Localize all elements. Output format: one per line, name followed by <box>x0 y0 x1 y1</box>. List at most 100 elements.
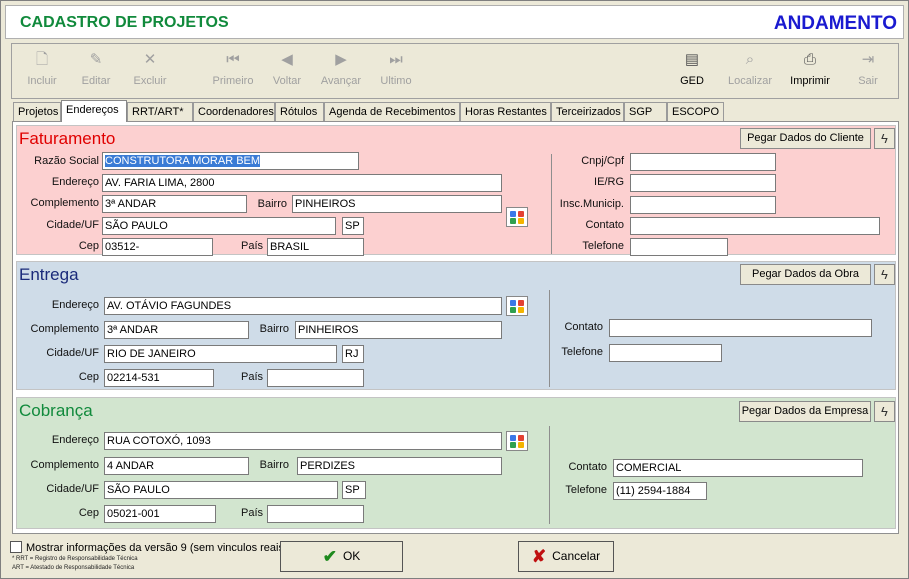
cidade-field[interactable]: SÃO PAULO <box>104 481 338 499</box>
edit-document-icon: ✎ <box>89 51 103 68</box>
google-maps-icon[interactable] <box>506 431 528 451</box>
pais-label: País <box>240 240 263 252</box>
google-maps-icon[interactable] <box>506 207 528 227</box>
imprimir-button[interactable]: ⎙ Imprimir <box>782 50 838 96</box>
previous-record-icon: ◀ <box>281 51 293 68</box>
razao-social-label: Razão Social <box>34 155 99 167</box>
art-note: ART = Atestado de Responsabilidade Técni… <box>12 565 135 571</box>
tab-rrt-art[interactable]: RRT/ART* <box>127 102 193 122</box>
endereco-field[interactable]: AV. OTÁVIO FAGUNDES <box>104 297 502 315</box>
toolbar: 🗋 Incluir ✎ Editar ✕ Excluir ⏮ Primeiro ◀ Vol… <box>11 43 899 99</box>
complemento-field[interactable]: 3ª ANDAR <box>102 195 247 213</box>
pegar-dados-empresa-button[interactable]: Pegar Dados da Empresa <box>739 401 871 422</box>
uf-field[interactable]: SP <box>342 481 366 499</box>
cidade-field[interactable]: SÃO PAULO <box>102 217 336 235</box>
window: CADASTRO DE PROJETOS ANDAMENTO 🗋 Incluir … <box>0 0 909 579</box>
cep-field[interactable]: 03512- <box>102 238 213 256</box>
pais-field[interactable] <box>267 369 364 387</box>
contato-label: Contato <box>564 321 603 333</box>
complemento-label: Complemento <box>30 197 99 209</box>
complemento-label: Complemento <box>30 323 99 335</box>
lightning-icon[interactable]: ϟ <box>874 264 895 285</box>
complemento-label: Complemento <box>30 459 99 471</box>
sair-button[interactable]: ⇥ Sair <box>840 50 896 96</box>
cidade-field[interactable]: RIO DE JANEIRO <box>104 345 337 363</box>
pais-label: País <box>240 371 263 383</box>
pais-field[interactable] <box>267 505 364 523</box>
title-bar: CADASTRO DE PROJETOS ANDAMENTO <box>5 5 904 39</box>
contato-field[interactable] <box>630 217 880 235</box>
bairro-field[interactable]: PERDIZES <box>297 457 502 475</box>
tab-coordenadores[interactable]: Coordenadores <box>193 102 275 122</box>
ie-field[interactable] <box>630 174 776 192</box>
bairro-label: Bairro <box>259 459 289 471</box>
entrega-panel: Entrega Pegar Dados da Obra ϟ Endereço A… <box>16 261 896 390</box>
last-record-icon: ⏭ <box>389 51 403 68</box>
divider <box>549 290 550 387</box>
pegar-dados-cliente-button[interactable]: Pegar Dados do Cliente <box>740 128 871 149</box>
bairro-field[interactable]: PINHEIROS <box>295 321 502 339</box>
cancel-button[interactable]: ✘ Cancelar <box>518 541 614 572</box>
lightning-icon[interactable]: ϟ <box>874 128 895 149</box>
cep-label: Cep <box>78 507 99 519</box>
tab-sgp[interactable]: SGP <box>624 102 667 122</box>
tab-enderecos[interactable]: Endereços <box>61 100 127 122</box>
entrega-title: Entrega <box>19 265 79 284</box>
cnpj-field[interactable] <box>630 153 776 171</box>
endereco-field[interactable]: AV. FARIA LIMA, 2800 <box>102 174 502 192</box>
page-title: CADASTRO DE PROJETOS <box>20 14 229 31</box>
cep-field[interactable]: 05021-001 <box>104 505 216 523</box>
bairro-field[interactable]: PINHEIROS <box>292 195 502 213</box>
editar-button[interactable]: ✎ Editar <box>68 50 124 96</box>
contato-field[interactable] <box>609 319 872 337</box>
printer-icon: ⎙ <box>803 51 816 68</box>
telefone-label: Telefone <box>582 240 624 252</box>
ged-button[interactable]: ▤ GED <box>664 50 720 96</box>
cep-field[interactable]: 02214-531 <box>104 369 214 387</box>
endereco-field[interactable]: RUA COTOXÓ, 1093 <box>104 432 502 450</box>
lightning-icon[interactable]: ϟ <box>874 401 895 422</box>
version9-checkbox[interactable]: Mostrar informações da versão 9 (sem vin… <box>10 541 288 554</box>
telefone-field[interactable]: (11) 2594-1884 <box>613 482 707 500</box>
insc-municip-field[interactable] <box>630 196 776 214</box>
pegar-dados-obra-button[interactable]: Pegar Dados da Obra <box>740 264 871 285</box>
uf-field[interactable]: RJ <box>342 345 364 363</box>
cobranca-title: Cobrança <box>19 401 93 420</box>
telefone-label: Telefone <box>561 346 603 358</box>
telefone-field[interactable] <box>609 344 722 362</box>
tab-rotulos[interactable]: Rótulos <box>275 102 324 122</box>
complemento-field[interactable]: 4 ANDAR <box>104 457 249 475</box>
tab-agenda-recebimentos[interactable]: Agenda de Recebimentos <box>324 102 460 122</box>
voltar-button[interactable]: ◀ Voltar <box>259 50 315 96</box>
close-icon: ✘ <box>531 547 547 566</box>
razao-social-field[interactable]: CONSTRUTORA MORAR BEM <box>102 152 359 170</box>
pais-field[interactable]: BRASIL <box>267 238 364 256</box>
primeiro-button[interactable]: ⏮ Primeiro <box>205 50 261 96</box>
ok-button[interactable]: ✔ OK <box>280 541 403 572</box>
tab-projetos[interactable]: Projetos <box>13 102 61 122</box>
rrt-note: * RRT = Registro de Responsabilidade Téc… <box>12 556 138 562</box>
status-label: ANDAMENTO <box>773 13 897 34</box>
tab-terceirizados[interactable]: Terceirizados <box>551 102 624 122</box>
pais-label: País <box>240 507 263 519</box>
excluir-button[interactable]: ✕ Excluir <box>122 50 178 96</box>
endereco-label: Endereço <box>51 434 99 446</box>
avancar-button[interactable]: ▶ Avançar <box>313 50 369 96</box>
cobranca-panel: Cobrança Pegar Dados da Empresa ϟ Endere… <box>16 397 896 529</box>
faturamento-panel: Faturamento Pegar Dados do Cliente ϟ Raz… <box>16 125 896 256</box>
localizar-button[interactable]: ⌕ Localizar <box>722 50 778 96</box>
endereco-label: Endereço <box>51 299 99 311</box>
next-record-icon: ▶ <box>335 51 347 68</box>
checkbox-box[interactable] <box>10 541 22 553</box>
version9-checkbox-label: Mostrar informações da versão 9 (sem vin… <box>26 542 288 554</box>
ultimo-button[interactable]: ⏭ Ultimo <box>368 50 424 96</box>
contato-field[interactable]: COMERCIAL <box>613 459 863 477</box>
telefone-field[interactable] <box>630 238 728 256</box>
tab-escopo[interactable]: ESCOPO <box>667 102 724 122</box>
incluir-button[interactable]: 🗋 Incluir <box>14 50 70 96</box>
complemento-field[interactable]: 3ª ANDAR <box>104 321 249 339</box>
exit-door-icon: ⇥ <box>861 51 875 68</box>
google-maps-icon[interactable] <box>506 296 528 316</box>
tab-horas-restantes[interactable]: Horas Restantes <box>460 102 551 122</box>
uf-field[interactable]: SP <box>342 217 364 235</box>
